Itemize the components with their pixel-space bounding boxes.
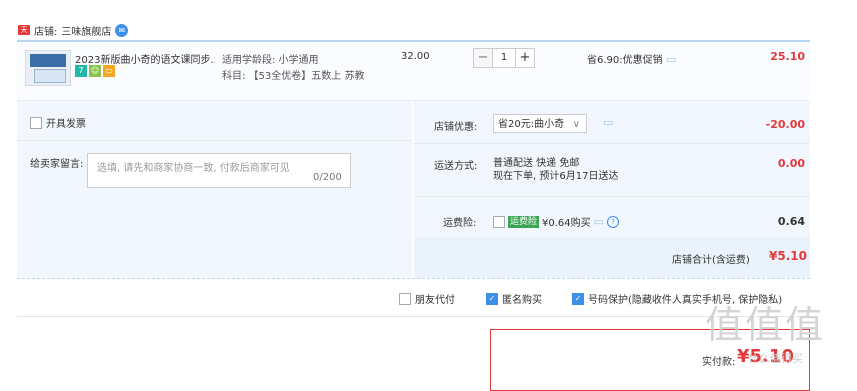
product-thumbnail[interactable] xyxy=(25,50,71,86)
shop-label: 店铺: xyxy=(34,26,58,38)
coupon-discount: -20.00 xyxy=(765,118,805,131)
watermark-logo: 值值值 xyxy=(705,303,826,347)
promo-text: 省6.90:优惠促销 ▭ xyxy=(587,51,676,66)
quantity-stepper: − 1 + xyxy=(473,48,535,68)
item-subtotal: 25.10 xyxy=(770,50,805,63)
store-summary-panel xyxy=(414,237,810,278)
delivery-estimate: 现在下单, 预计6月17日送达 xyxy=(493,171,619,182)
invoice-option[interactable]: 开具发票 xyxy=(30,115,86,130)
shop-name-link[interactable]: 三味旗舰店 xyxy=(61,23,111,38)
store-total-value: ¥5.10 xyxy=(769,249,807,263)
divider xyxy=(17,316,810,317)
chat-bubble-icon[interactable]: ✉ xyxy=(115,23,129,37)
store-total-label: 店铺合计(含运费) xyxy=(672,255,750,266)
coupon-chat-icon[interactable]: ▭ xyxy=(603,116,613,129)
friend-pay-label: 朋友代付 xyxy=(415,295,455,306)
message-label: 给卖家留言: xyxy=(30,159,84,170)
increment-button[interactable]: + xyxy=(515,48,535,68)
service-badge-icon: ☺ xyxy=(89,65,101,77)
promo-label: 省6.90:优惠促销 xyxy=(587,55,663,66)
divider xyxy=(17,278,810,279)
unit-price: 32.00 xyxy=(401,51,430,62)
service-badge-icon: ▭ xyxy=(103,65,115,77)
divider xyxy=(17,140,412,141)
divider xyxy=(414,143,810,144)
promo-chat-icon[interactable]: ▭ xyxy=(666,53,676,66)
insurance-option[interactable]: 运费险 ¥0.64购买 ▭ ? xyxy=(493,214,620,229)
anonymous-option[interactable]: ✓ 匿名购买 xyxy=(486,291,542,306)
divider xyxy=(414,196,810,197)
help-icon[interactable]: ? xyxy=(607,215,620,228)
number-protect-checkbox[interactable]: ✓ xyxy=(572,292,584,305)
anonymous-label: 匿名购买 xyxy=(502,295,542,306)
decrement-button[interactable]: − xyxy=(473,48,493,68)
message-placeholder: 选填, 请先和商家协商一致, 付款后商家可见 xyxy=(97,163,290,174)
payment-label: 实付款: xyxy=(702,357,736,368)
shipping-method-text: 普通配送 快递 免邮 xyxy=(493,158,580,169)
anonymous-checkbox[interactable]: ✓ xyxy=(486,292,498,305)
insurance-fee: 0.64 xyxy=(777,215,805,228)
invoice-checkbox[interactable] xyxy=(30,116,42,129)
insurance-price: ¥0.64购买 xyxy=(542,218,591,229)
insurance-tag: 运费险 xyxy=(508,215,540,228)
shipping-method: 普通配送 快递 免邮 现在下单, 预计6月17日送达 xyxy=(493,157,618,183)
service-badge-icon: 7 xyxy=(75,65,87,77)
coupon-value: 省20元:曲小奇 xyxy=(498,119,565,130)
insurance-label: 运费险: xyxy=(443,218,477,229)
coupon-label: 店铺优惠: xyxy=(434,122,478,133)
shipping-label: 运送方式: xyxy=(434,161,478,172)
chevron-down-icon: ∨ xyxy=(572,119,580,130)
friend-pay-checkbox[interactable] xyxy=(399,292,411,305)
invoice-label: 开具发票 xyxy=(46,119,86,130)
product-attr-subject: 科目: 【53全优卷】五数上 苏教 xyxy=(222,71,365,82)
quantity-input[interactable]: 1 xyxy=(493,48,515,68)
service-badges: 7 ☺ ▭ xyxy=(75,65,115,77)
insurance-checkbox[interactable] xyxy=(493,215,505,228)
insurance-chat-icon[interactable]: ▭ xyxy=(594,215,604,228)
tmall-shop-icon: 天猫 xyxy=(18,25,30,44)
product-title[interactable]: 2023新版曲小奇的语文课同步... xyxy=(75,51,215,66)
product-attr-age: 适用学龄段: 小学通用 xyxy=(222,55,319,66)
coupon-select[interactable]: 省20元:曲小奇 ∨ xyxy=(493,114,587,133)
message-char-count: 0/200 xyxy=(313,172,342,183)
shop-header: 天猫 店铺: 三味旗舰店 ✉ xyxy=(18,22,129,44)
friend-pay-option[interactable]: 朋友代付 xyxy=(399,291,455,306)
shipping-fee: 0.00 xyxy=(777,157,805,170)
watermark-url: 什么值得买 xyxy=(748,352,803,365)
